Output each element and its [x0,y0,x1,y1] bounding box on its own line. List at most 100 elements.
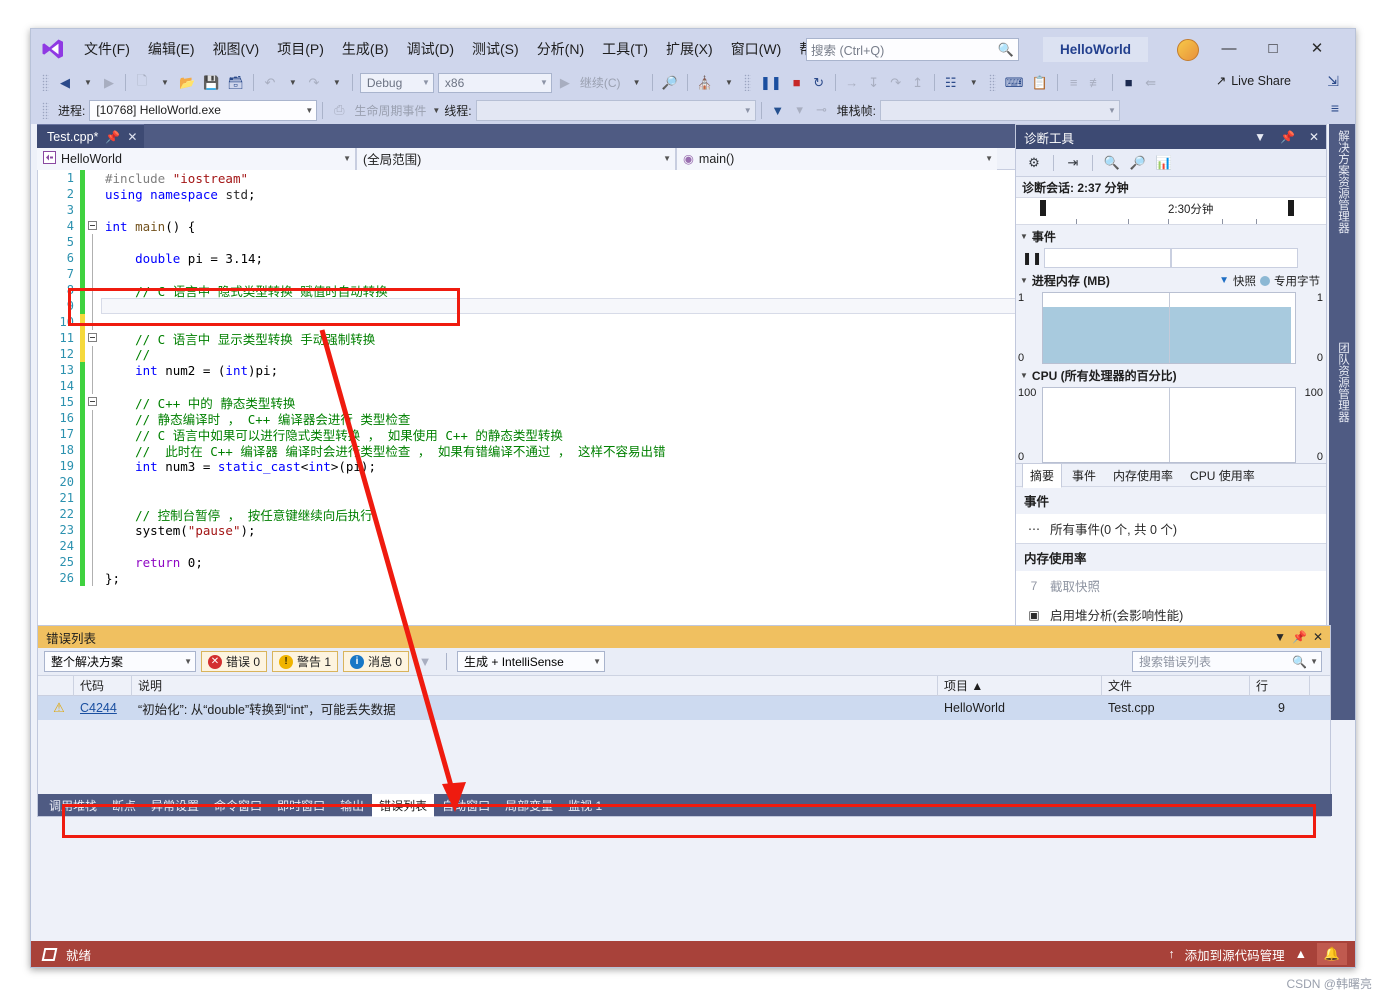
stop-debugging-icon[interactable]: ■ [787,72,807,93]
bottom-tab-断点[interactable]: 断点 [105,794,143,817]
menu-window[interactable]: 窗口(W) [722,35,791,63]
chart-icon[interactable]: 📊 [1152,152,1176,174]
toolbar-grip[interactable] [42,102,49,119]
fold-margin[interactable] [85,442,101,458]
continue-dropdown-icon[interactable]: ▼ [626,72,646,93]
pin-icon[interactable]: 📌 [1289,630,1310,644]
zoom-in-icon[interactable]: 🔍 [1100,152,1124,174]
column-header-description[interactable]: 说明 [132,676,938,696]
code-line[interactable]: 11 // C 语言中 显示类型转换 手动强制转换 [38,330,1020,346]
process-combo[interactable]: [10768] HelloWorld.exe ▼ [89,100,317,121]
code-line[interactable]: 23 system("pause"); [38,522,1020,538]
diagnostic-tools-dropdown-icon[interactable]: ▼ [963,72,983,93]
diagnostic-tab-摘要[interactable]: 摘要 [1022,463,1062,488]
menu-view[interactable]: 视图(V) [204,35,269,63]
bottom-tab-调用堆栈[interactable]: 调用堆栈 [42,794,104,817]
redo-dropdown-icon[interactable]: ▼ [326,72,346,93]
close-icon[interactable]: ✕ [127,130,137,144]
errors-toggle-button[interactable]: ✕ 错误 0 [201,651,267,672]
code-line[interactable]: 4 int main() { [38,218,1020,234]
menu-test[interactable]: 测试(S) [463,35,528,63]
menu-build[interactable]: 生成(B) [333,35,398,63]
code-line[interactable]: 13 int num2 = (int)pi; [38,362,1020,378]
table-row[interactable]: ⚠ C4244 “初始化”: 从“double”转换到“int”，可能丢失数据 … [38,696,1330,720]
code-line[interactable]: 22 // 控制台暂停 ， 按任意键继续向后执行 [38,506,1020,522]
code-line[interactable]: 24 [38,538,1020,554]
diagnostic-tab-内存使用率[interactable]: 内存使用率 [1106,464,1180,487]
fold-margin[interactable] [85,410,101,426]
menu-file[interactable]: 文件(F) [75,35,139,63]
fold-margin[interactable] [85,394,101,410]
bottom-tab-即时窗口[interactable]: 即时窗口 [270,794,332,817]
solution-configuration-combo[interactable]: Debug ▼ [360,73,434,93]
bottom-tab-异常设置[interactable]: 异常设置 [144,794,206,817]
fold-margin[interactable] [85,250,101,266]
new-project-dropdown-icon[interactable]: ▼ [154,72,174,93]
select-element-icon[interactable]: ⌨ [1002,72,1027,93]
fold-margin[interactable] [85,538,101,554]
bottom-tab-监视 1[interactable]: 监视 1 [561,794,609,817]
fold-margin[interactable] [85,330,101,346]
toolbar-grip[interactable] [42,74,49,91]
code-line[interactable]: 8 // C 语言中 隐式类型转换 赋值时自动转换 [38,282,1020,298]
fold-margin[interactable] [85,570,101,586]
stackframe-combo[interactable]: ▼ [880,100,1120,121]
diagnostic-tab-CPU 使用率[interactable]: CPU 使用率 [1183,464,1262,487]
fold-margin[interactable] [85,282,101,298]
previous-bookmark-icon[interactable]: ⇚ [1141,72,1161,93]
navigate-forward-icon[interactable]: ▶ [99,72,119,93]
undo-icon[interactable]: ↶ [260,72,280,93]
live-share-button[interactable]: ↗ Live Share [1216,73,1291,88]
chevron-down-icon[interactable]: ▼ [432,106,440,115]
close-icon[interactable]: ✕ [1306,130,1322,144]
source-control-label[interactable]: 添加到源代码管理 [1185,945,1285,964]
avatar[interactable] [1177,39,1199,61]
column-header-file[interactable]: 文件 [1102,676,1250,696]
column-header-line[interactable]: 行 [1250,676,1310,696]
bottom-tab-自动窗口[interactable]: 自动窗口 [435,794,497,817]
open-file-icon[interactable]: 📂 [176,72,198,93]
minimize-icon[interactable]: — [1209,33,1249,63]
summary-row[interactable]: ὏7 截取快照 [1016,571,1326,600]
continue-button[interactable]: 继续(C) [580,74,621,91]
filter-icon[interactable]: ▼ [768,100,788,121]
warnings-toggle-button[interactable]: ! 警告 1 [272,651,338,672]
diagnostic-tab-事件[interactable]: 事件 [1065,464,1103,487]
step-over-icon[interactable]: ↷ [886,72,906,93]
memory-section-header[interactable]: ▼ 进程内存 (MB) ▼ 快照 专用字节 [1016,269,1326,291]
attach-to-process-icon[interactable]: 🔎 [659,72,681,93]
maximize-icon[interactable]: □ [1253,33,1293,63]
code-line[interactable]: 3 [38,202,1020,218]
lifecycle-events-label[interactable]: 生命周期事件 [354,102,426,119]
summary-row[interactable]: ⋯ 所有事件(0 个, 共 0 个) [1016,514,1326,543]
fold-margin[interactable] [85,298,101,314]
unfilter-icon[interactable]: ⊸ [812,100,832,121]
bookmark-icon[interactable]: ■ [1119,72,1139,93]
fold-margin[interactable] [85,202,101,218]
pin-icon[interactable]: 📌 [105,130,120,144]
chevron-down-icon[interactable]: ▼ [1251,130,1269,144]
new-project-icon[interactable]: 🗋 [132,72,152,93]
redo-icon[interactable]: ↷ [304,72,324,93]
hot-reload-dropdown-icon[interactable]: ▼ [718,72,738,93]
fold-margin[interactable] [85,426,101,442]
menu-project[interactable]: 项目(P) [268,35,333,63]
code-line[interactable]: 1 #include "iostream" [38,170,1020,186]
toolbar-overflow-icon[interactable]: ≡ [1331,100,1339,116]
fold-margin[interactable] [85,346,101,362]
code-line[interactable]: 12 // [38,346,1020,362]
break-all-icon[interactable]: ❚❚ [757,72,785,93]
outdent-icon[interactable]: ≢ [1086,72,1106,93]
build-filter-combo[interactable]: 生成 + IntelliSense ▼ [457,651,605,672]
bottom-tab-输出[interactable]: 输出 [333,794,371,817]
step-into-icon[interactable]: ↧ [864,72,884,93]
chevron-down-icon[interactable]: ▼ [1271,630,1289,644]
zoom-out-icon[interactable]: 🔎 [1126,152,1150,174]
navigate-back-icon[interactable]: ◀ [55,72,75,93]
fold-margin[interactable] [85,362,101,378]
fold-margin[interactable] [85,266,101,282]
restart-icon[interactable]: ↻ [809,72,829,93]
fold-margin[interactable] [85,490,101,506]
fold-margin[interactable] [85,506,101,522]
filter-clear-icon[interactable]: ▾ [790,100,810,121]
